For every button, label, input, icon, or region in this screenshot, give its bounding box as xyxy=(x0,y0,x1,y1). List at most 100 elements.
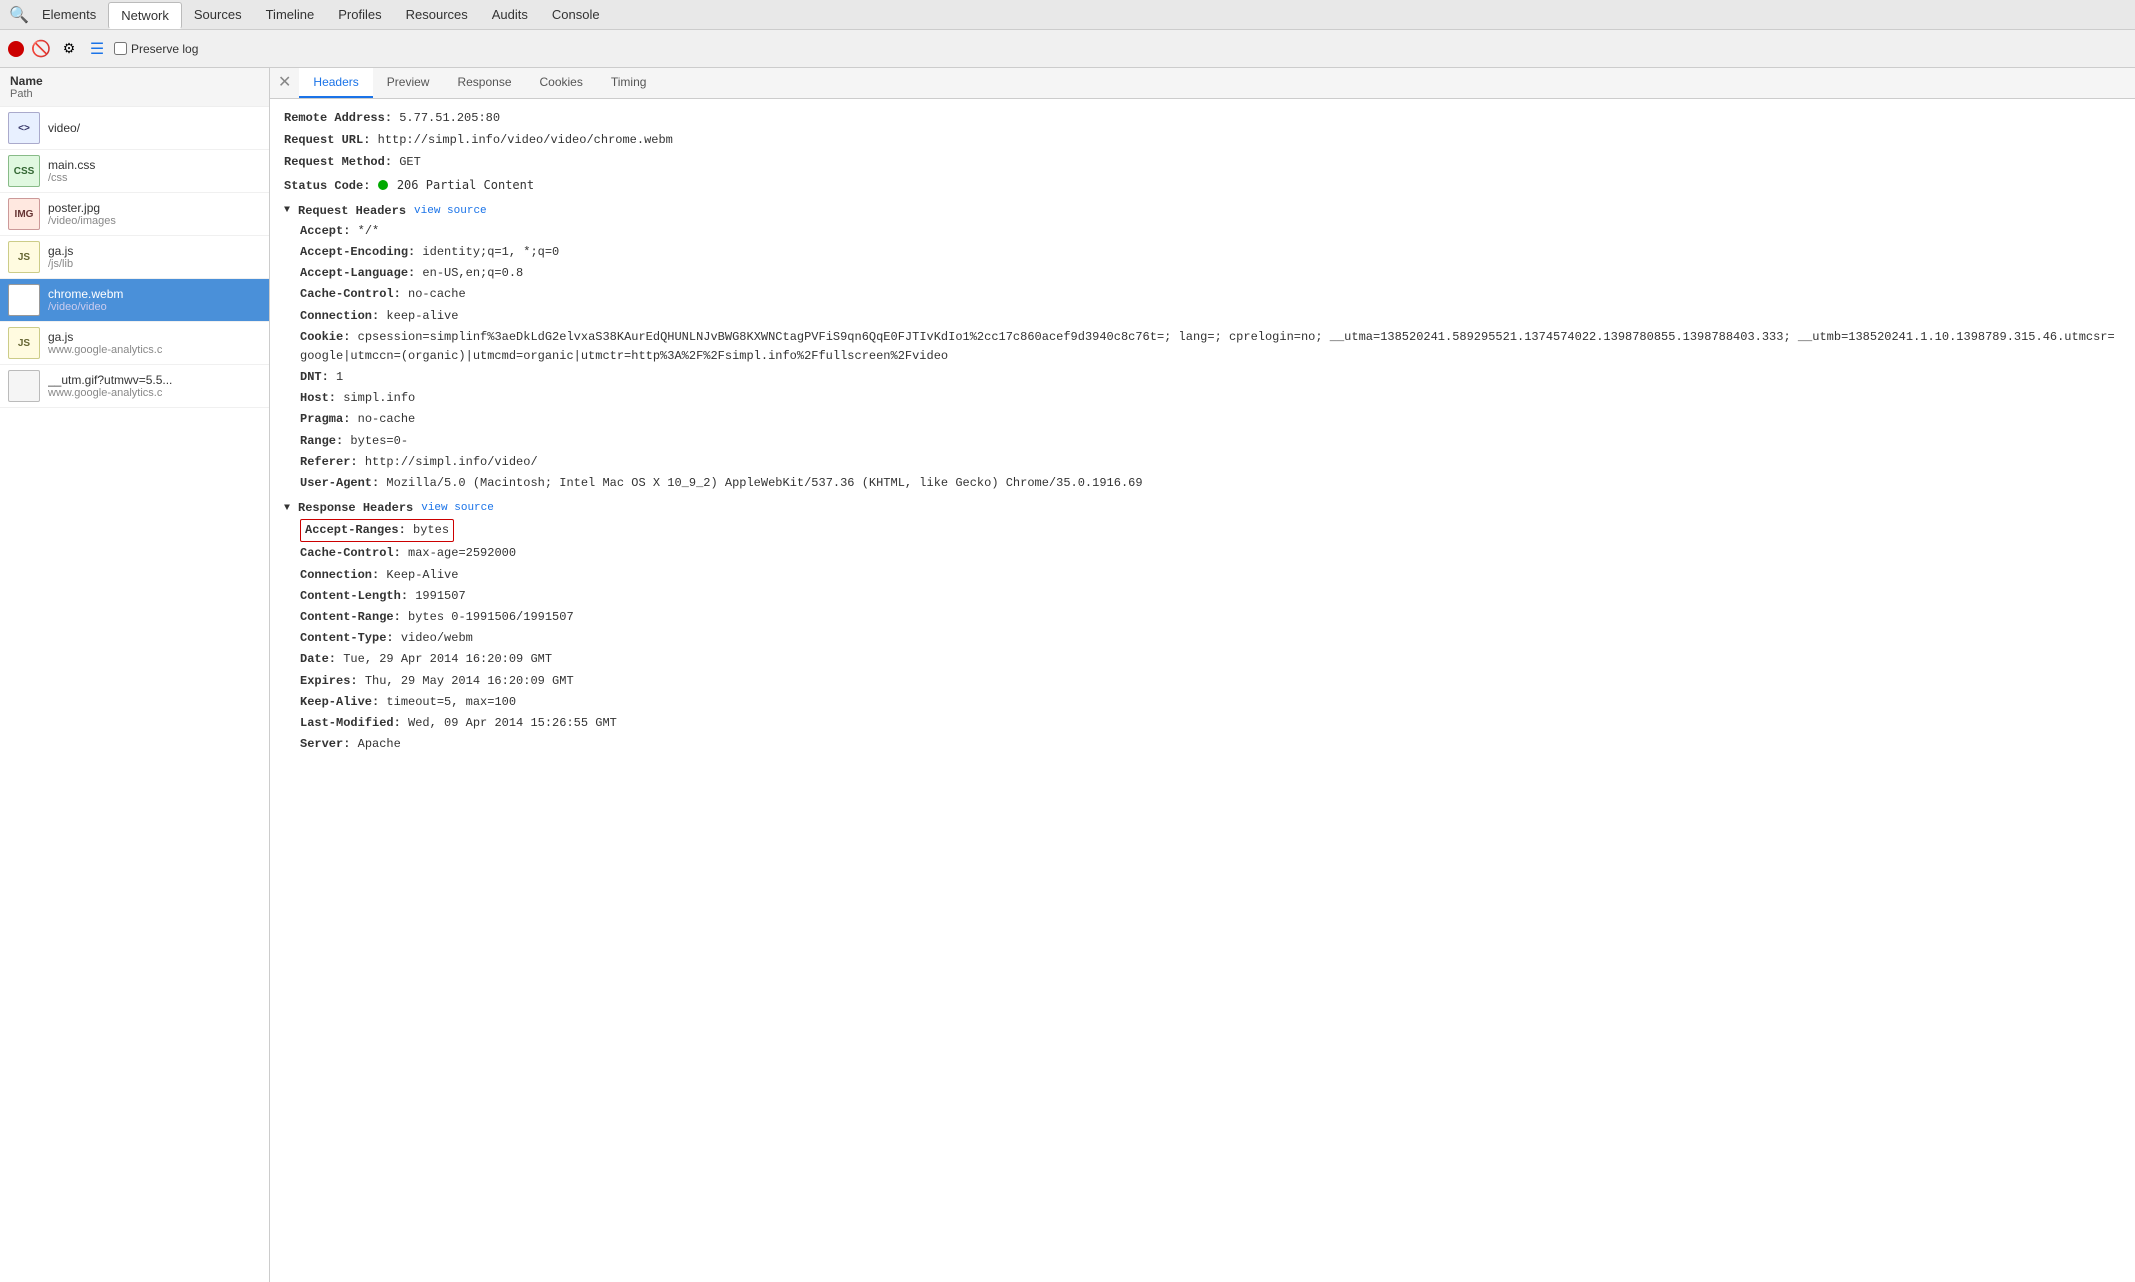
img-icon: IMG xyxy=(8,198,40,230)
menu-item-console[interactable]: Console xyxy=(540,2,612,27)
remote-address-row: Remote Address: 5.77.51.205:80 xyxy=(284,109,2121,128)
header-row: Content-Type: video/webm xyxy=(284,629,2121,648)
header-val: http://simpl.info/video/ xyxy=(365,455,538,469)
request-method-key: Request Method: xyxy=(284,155,392,169)
file-path: /css xyxy=(48,172,261,184)
view-source-link-2[interactable]: view source xyxy=(421,502,494,514)
header-row: Cache-Control: max-age=2592000 xyxy=(284,544,2121,563)
file-name: main.css xyxy=(48,158,261,172)
list-item[interactable]: IMG poster.jpg /video/images xyxy=(0,193,269,236)
header-row: Connection: Keep-Alive xyxy=(284,566,2121,585)
close-button[interactable]: ✕ xyxy=(270,71,299,95)
menu-item-profiles[interactable]: Profiles xyxy=(326,2,393,27)
file-name: __utm.gif?utmwv=5.5... xyxy=(48,373,261,387)
header-row: Range: bytes=0- xyxy=(284,432,2121,451)
tab-cookies[interactable]: Cookies xyxy=(526,68,597,98)
filter-button[interactable]: ⚙ xyxy=(58,38,80,60)
header-key: Cookie: xyxy=(300,330,350,344)
header-val: video/webm xyxy=(401,631,473,645)
header-key: Cache-Control: xyxy=(300,287,401,301)
header-row: Pragma: no-cache xyxy=(284,410,2121,429)
header-row: Connection: keep-alive xyxy=(284,307,2121,326)
header-val: Tue, 29 Apr 2014 16:20:09 GMT xyxy=(343,652,552,666)
header-val: cpsession=simplinf%3aeDkLdG2elvxaS38KAur… xyxy=(300,330,2115,363)
list-item[interactable]: CSS main.css /css xyxy=(0,150,269,193)
request-method-row: Request Method: GET xyxy=(284,153,2121,172)
header-key: Range: xyxy=(300,434,343,448)
triangle-down-icon: ▼ xyxy=(284,205,290,216)
header-val: Wed, 09 Apr 2014 15:26:55 GMT xyxy=(408,716,617,730)
header-row: Cookie: cpsession=simplinf%3aeDkLdG2elvx… xyxy=(284,328,2121,366)
file-path: /video/images xyxy=(48,215,261,227)
request-headers-title: Request Headers xyxy=(298,204,406,218)
header-row: Server: Apache xyxy=(284,735,2121,754)
status-code-row: Status Code: 206 Partial Content xyxy=(284,176,2121,196)
menu-item-sources[interactable]: Sources xyxy=(182,2,254,27)
menu-item-audits[interactable]: Audits xyxy=(480,2,540,27)
header-val: 1991507 xyxy=(415,589,465,603)
list-item[interactable]: JS ga.js /js/lib xyxy=(0,236,269,279)
header-key: Accept-Language: xyxy=(300,266,415,280)
header-key: Content-Type: xyxy=(300,631,394,645)
list-item[interactable]: <> video/ xyxy=(0,107,269,150)
header-row: Accept: */* xyxy=(284,222,2121,241)
request-method-val: GET xyxy=(399,155,421,169)
file-name: ga.js xyxy=(48,244,261,258)
preserve-log-label[interactable]: Preserve log xyxy=(114,42,198,56)
menu-item-timeline[interactable]: Timeline xyxy=(254,2,327,27)
left-panel-header: Name Path xyxy=(0,68,269,107)
list-button[interactable]: ☰ xyxy=(86,38,108,60)
header-key: Pragma: xyxy=(300,412,350,426)
header-key: Host: xyxy=(300,391,336,405)
right-panel: ✕ Headers Preview Response Cookies Timin… xyxy=(270,68,2135,1282)
header-row: Expires: Thu, 29 May 2014 16:20:09 GMT xyxy=(284,672,2121,691)
header-val: Thu, 29 May 2014 16:20:09 GMT xyxy=(365,674,574,688)
list-item[interactable]: JS ga.js www.google-analytics.c xyxy=(0,322,269,365)
menu-item-elements[interactable]: Elements xyxy=(30,2,108,27)
file-name: poster.jpg xyxy=(48,201,261,215)
header-key: Content-Range: xyxy=(300,610,401,624)
view-source-link-1[interactable]: view source xyxy=(414,205,487,217)
header-key: Server: xyxy=(300,737,350,751)
header-val: en-US,en;q=0.8 xyxy=(422,266,523,280)
header-row: Accept-Language: en-US,en;q=0.8 xyxy=(284,264,2121,283)
main-content: Name Path <> video/ CSS main.css /css IM… xyxy=(0,68,2135,1282)
accept-ranges-highlighted: Accept-Ranges: bytes xyxy=(300,519,454,542)
header-key: Content-Length: xyxy=(300,589,408,603)
tab-response[interactable]: Response xyxy=(443,68,525,98)
header-row: Referer: http://simpl.info/video/ xyxy=(284,453,2121,472)
menu-item-resources[interactable]: Resources xyxy=(394,2,480,27)
header-val: timeout=5, max=100 xyxy=(386,695,516,709)
file-path: /video/video xyxy=(48,301,261,313)
tab-headers[interactable]: Headers xyxy=(299,68,372,98)
search-icon[interactable]: 🔍 xyxy=(8,4,30,26)
header-val: Keep-Alive xyxy=(386,568,458,582)
request-url-val: http://simpl.info/video/video/chrome.web… xyxy=(378,133,673,147)
header-val: 1 xyxy=(336,370,343,384)
list-item[interactable]: chrome.webm /video/video xyxy=(0,279,269,322)
menu-item-network[interactable]: Network xyxy=(108,2,182,29)
status-code-key: Status Code: xyxy=(284,179,370,193)
list-item[interactable]: __utm.gif?utmwv=5.5... www.google-analyt… xyxy=(0,365,269,408)
header-val: bytes=0- xyxy=(350,434,408,448)
header-val: */* xyxy=(358,224,380,238)
header-key: Last-Modified: xyxy=(300,716,401,730)
remote-address-val: 5.77.51.205:80 xyxy=(399,111,500,125)
file-name: video/ xyxy=(48,121,261,135)
tabs-row: ✕ Headers Preview Response Cookies Timin… xyxy=(270,68,2135,99)
preserve-log-checkbox[interactable] xyxy=(114,42,127,55)
record-button[interactable] xyxy=(8,41,24,57)
column-path: Path xyxy=(10,88,259,100)
request-headers-section: ▼ Request Headers view source xyxy=(284,204,2121,218)
header-key: DNT: xyxy=(300,370,329,384)
left-panel: Name Path <> video/ CSS main.css /css IM… xyxy=(0,68,270,1282)
header-val: max-age=2592000 xyxy=(408,546,516,560)
response-headers-section: ▼ Response Headers view source xyxy=(284,501,2121,515)
header-key: Keep-Alive: xyxy=(300,695,379,709)
tab-preview[interactable]: Preview xyxy=(373,68,444,98)
header-val: no-cache xyxy=(408,287,466,301)
no-entry-button[interactable]: 🚫 xyxy=(30,38,52,60)
tab-timing[interactable]: Timing xyxy=(597,68,661,98)
header-val: bytes 0-1991506/1991507 xyxy=(408,610,574,624)
file-name: ga.js xyxy=(48,330,261,344)
